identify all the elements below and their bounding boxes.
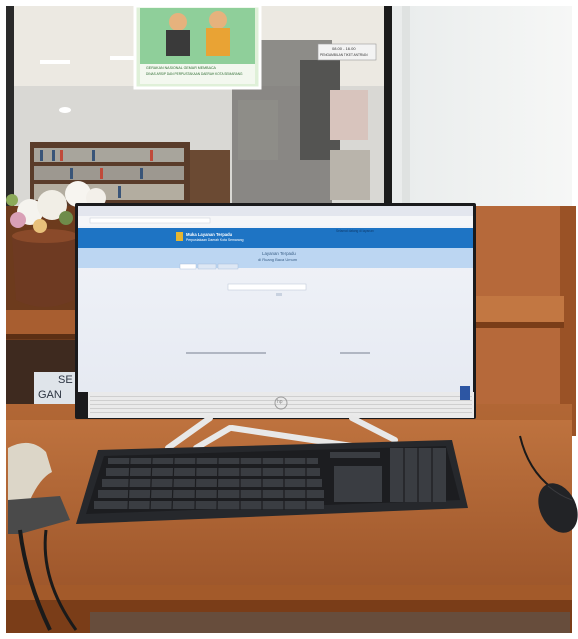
- monitor: [75, 203, 476, 419]
- counter-sign-line1: SE: [58, 374, 73, 386]
- poster-caption-line1: GERAKAN NASIONAL GEMAR MEMBACA: [146, 66, 216, 70]
- photo-scene: GERAKAN NASIONAL GEMAR MEMBACA DINAS ARS…: [0, 0, 578, 639]
- wall-notice-label: PENGAMBILAN TIKET ANTRIAN: [320, 53, 368, 57]
- screen-app-subtitle: Perpustakaan Daerah Kota Semarang: [186, 238, 244, 242]
- wall-notice-time: 08.00 - 16.00: [332, 46, 356, 51]
- screen-search-box: [227, 283, 307, 291]
- screen-app-title: Muka Layanan Terpadu: [186, 232, 233, 237]
- scene-illustration: [0, 0, 578, 639]
- screen-heading-2: di Ruang Baca Umum: [258, 257, 298, 262]
- wall: [392, 6, 572, 206]
- monitor-brand: hp: [277, 399, 283, 405]
- screen-heading-1: Layanan Terpadu: [262, 251, 296, 256]
- poster-caption-line2: DINAS ARSIP DAN PERPUSTAKAAN DAERAH KOTA…: [146, 72, 243, 76]
- screen-header: [78, 228, 473, 248]
- counter-sign-line2: GAN: [38, 389, 62, 401]
- windows-sticker: [460, 386, 470, 400]
- screen-header-right: Selamat datang di layanan: [336, 229, 374, 233]
